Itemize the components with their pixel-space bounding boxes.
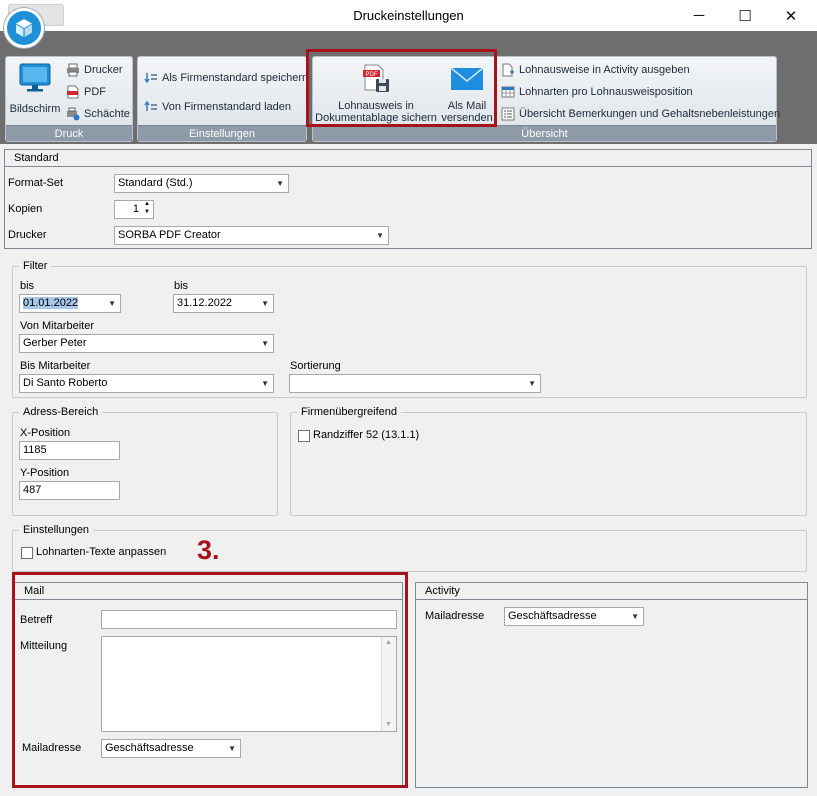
firmenuebergreifend-title: Firmenübergreifend (297, 406, 401, 418)
maximize-button[interactable]: ☐ (722, 0, 768, 31)
pdf-label: PDF (84, 86, 106, 98)
firmenstandard-laden-button[interactable]: Von Firmenstandard laden (144, 100, 291, 114)
kopien-label: Kopien (8, 203, 43, 215)
firmenstandard-speichern-button[interactable]: Als Firmenstandard speichern (144, 71, 308, 85)
chevron-down-icon: ▼ (261, 299, 269, 308)
schaechte-button[interactable]: Schächte (66, 107, 130, 121)
von-mitarbeiter-combobox[interactable]: Gerber Peter ▼ (19, 334, 274, 353)
bis2-label: bis (174, 280, 189, 292)
bis1-date-input[interactable]: 01.01.2022 ▼ (19, 294, 121, 313)
close-button[interactable]: ✕ (768, 0, 814, 31)
bis2-value: 31.12.2022 (177, 297, 233, 309)
chevron-down-icon: ▼ (376, 231, 384, 240)
drucker-button[interactable]: Drucker (66, 63, 123, 77)
save-settings-icon (144, 73, 157, 84)
chevron-down-icon: ▼ (261, 339, 269, 348)
format-set-label: Format-Set (8, 177, 64, 189)
kopien-value: 1 (132, 203, 139, 215)
x-position-input[interactable]: 1185 (19, 441, 120, 460)
firmenuebergreifend-group: Firmenübergreifend (290, 406, 807, 516)
bis-mitarbeiter-combobox[interactable]: Di Santo Roberto ▼ (19, 374, 274, 393)
einstellungen-title: Einstellungen (19, 524, 94, 536)
bemerkungen-button[interactable]: Übersicht Bemerkungen und Gehaltsnebenle… (501, 107, 780, 121)
einstellungen-group-label: Einstellungen (138, 125, 306, 141)
uebersicht-group-label: Übersicht (313, 125, 776, 141)
drucker-label: Drucker (84, 64, 123, 76)
chevron-down-icon: ▼ (108, 299, 116, 308)
von-mitarbeiter-value: Gerber Peter (23, 337, 87, 349)
y-position-value: 487 (23, 484, 42, 496)
bildschirm-label: Bildschirm (9, 103, 61, 115)
stepper-arrows-icon[interactable]: ▲ ▼ (144, 201, 150, 216)
activity-mailadresse-value: Geschäftsadresse (508, 610, 597, 622)
activity-mailadresse-label: Mailadresse (425, 610, 485, 622)
druck-group-label: Druck (6, 125, 132, 141)
format-set-combobox[interactable]: Standard (Std.) ▼ (114, 174, 289, 193)
y-position-label: Y-Position (20, 467, 70, 479)
bis1-label: bis (20, 280, 35, 292)
activity-label: Lohnausweise in Activity ausgeben (519, 64, 690, 76)
document-add-icon (502, 63, 514, 77)
von-mitarbeiter-label: Von Mitarbeiter (20, 320, 94, 332)
monitor-icon (19, 63, 51, 92)
lohnarten-texte-label: Lohnarten-Texte anpassen (36, 546, 167, 558)
highlight-box-buttons (306, 49, 497, 127)
drucker-value: SORBA PDF Creator (118, 229, 221, 241)
lohnarten-texte-checkbox[interactable] (21, 547, 33, 559)
x-position-value: 1185 (23, 444, 47, 456)
chevron-down-icon: ▼ (261, 379, 269, 388)
drucker-label: Drucker (8, 229, 47, 241)
format-set-value: Standard (Std.) (118, 177, 193, 189)
printer-tray-icon (67, 107, 80, 121)
sortierung-label: Sortierung (290, 360, 341, 372)
sortierung-combobox[interactable]: ▼ (289, 374, 541, 393)
ribbon-group-einstellungen: Als Firmenstandard speichern Von Firmens… (137, 56, 308, 142)
bemerkungen-label: Übersicht Bemerkungen und Gehaltsnebenle… (519, 108, 781, 120)
activity-mailadresse-combobox[interactable]: Geschäftsadresse ▼ (504, 607, 644, 626)
schaechte-label: Schächte (84, 108, 130, 120)
bis-mitarbeiter-label: Bis Mitarbeiter (20, 360, 91, 372)
bis1-value: 01.01.2022 (23, 297, 79, 309)
chevron-down-icon: ▼ (631, 612, 639, 621)
activity-panel-title: Activity (416, 583, 807, 600)
list-icon (501, 107, 515, 121)
laden-label: Von Firmenstandard laden (162, 101, 292, 113)
y-position-input[interactable]: 487 (19, 481, 120, 500)
randziffer-checkbox[interactable] (298, 430, 310, 442)
pdf-button[interactable]: PDF (66, 85, 106, 99)
lohnarten-label: Lohnarten pro Lohnausweisposition (519, 86, 693, 98)
minimize-button[interactable]: ─ (676, 0, 722, 31)
bis-mitarbeiter-value: Di Santo Roberto (23, 377, 108, 389)
pdf-icon (67, 85, 79, 99)
kopien-stepper[interactable]: 1 ▲ ▼ (114, 200, 154, 219)
standard-panel-title: Standard (5, 150, 811, 167)
load-settings-icon (144, 100, 157, 111)
adress-bereich-title: Adress-Bereich (19, 406, 103, 418)
chevron-down-icon: ▼ (528, 379, 536, 388)
bildschirm-button[interactable]: Bildschirm (9, 61, 61, 121)
table-icon (501, 86, 515, 98)
bis2-date-input[interactable]: 31.12.2022 ▼ (173, 294, 274, 313)
drucker-combobox[interactable]: SORBA PDF Creator ▼ (114, 226, 389, 245)
highlight-box-mail (12, 572, 408, 788)
randziffer-label: Randziffer 52 (13.1.1) (313, 429, 420, 441)
speichern-label: Als Firmenstandard speichern (162, 72, 309, 84)
ribbon-group-druck: Bildschirm Drucker PDF Schächte Druck (5, 56, 133, 142)
x-position-label: X-Position (20, 427, 71, 439)
printer-icon (67, 63, 79, 77)
lohnarten-position-button[interactable]: Lohnarten pro Lohnausweisposition (501, 85, 693, 99)
activity-ausgeben-button[interactable]: Lohnausweise in Activity ausgeben (501, 63, 690, 77)
filter-title: Filter (19, 260, 52, 272)
app-logo-icon[interactable] (4, 8, 44, 48)
chevron-down-icon: ▼ (276, 179, 284, 188)
